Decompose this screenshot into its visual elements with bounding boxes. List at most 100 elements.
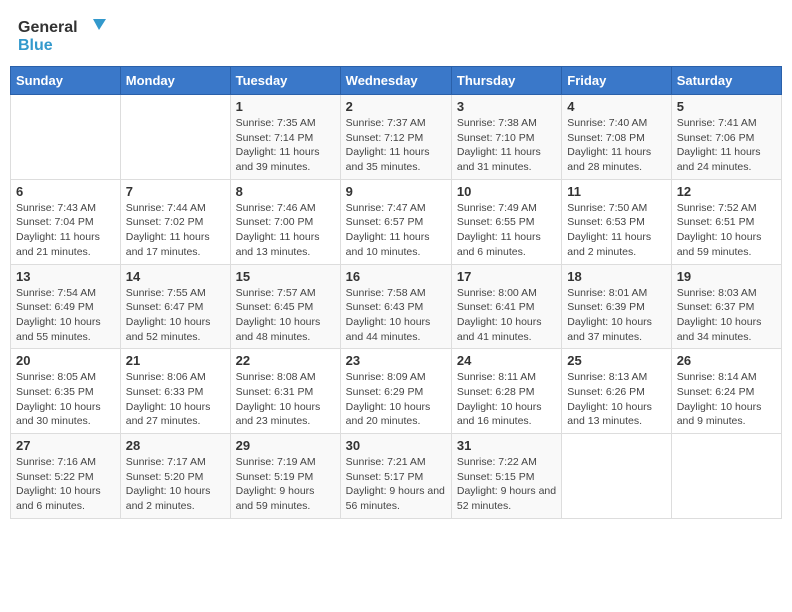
day-number: 24 [457,353,556,368]
calendar-cell: 19 Sunrise: 8:03 AMSunset: 6:37 PMDayligh… [671,264,781,349]
day-number: 26 [677,353,776,368]
day-info: Sunrise: 7:44 AMSunset: 7:02 PMDaylight:… [126,201,225,260]
day-number: 10 [457,184,556,199]
day-info: Sunrise: 7:49 AMSunset: 6:55 PMDaylight:… [457,201,556,260]
day-number: 30 [346,438,446,453]
header-day-monday: Monday [120,67,230,95]
calendar-cell: 11 Sunrise: 7:50 AMSunset: 6:53 PMDayligh… [562,179,671,264]
day-info: Sunrise: 7:55 AMSunset: 6:47 PMDaylight:… [126,286,225,345]
calendar-cell: 3 Sunrise: 7:38 AMSunset: 7:10 PMDaylight… [451,95,561,180]
header-day-wednesday: Wednesday [340,67,451,95]
day-info: Sunrise: 7:16 AMSunset: 5:22 PMDaylight:… [16,455,115,514]
calendar-cell [120,95,230,180]
day-info: Sunrise: 8:14 AMSunset: 6:24 PMDaylight:… [677,370,776,429]
day-number: 28 [126,438,225,453]
day-number: 7 [126,184,225,199]
calendar-cell: 27 Sunrise: 7:16 AMSunset: 5:22 PMDayligh… [11,434,121,519]
day-number: 5 [677,99,776,114]
day-info: Sunrise: 8:01 AMSunset: 6:39 PMDaylight:… [567,286,665,345]
day-info: Sunrise: 8:00 AMSunset: 6:41 PMDaylight:… [457,286,556,345]
header-row: SundayMondayTuesdayWednesdayThursdayFrid… [11,67,782,95]
calendar-cell: 22Sunrise: 8:08 AMSunset: 6:31 PMDayligh… [230,349,340,434]
calendar-cell: 25 Sunrise: 8:13 AMSunset: 6:26 PMDayligh… [562,349,671,434]
calendar-cell: 8Sunrise: 7:46 AMSunset: 7:00 PMDaylight… [230,179,340,264]
header-day-thursday: Thursday [451,67,561,95]
day-info: Sunrise: 8:11 AMSunset: 6:28 PMDaylight:… [457,370,556,429]
calendar-cell: 26 Sunrise: 8:14 AMSunset: 6:24 PMDayligh… [671,349,781,434]
calendar-cell: 28Sunrise: 7:17 AMSunset: 5:20 PMDayligh… [120,434,230,519]
day-number: 31 [457,438,556,453]
week-row-4: 20 Sunrise: 8:05 AMSunset: 6:35 PMDayligh… [11,349,782,434]
day-number: 19 [677,269,776,284]
calendar-cell: 21 Sunrise: 8:06 AMSunset: 6:33 PMDayligh… [120,349,230,434]
header-day-friday: Friday [562,67,671,95]
day-number: 3 [457,99,556,114]
day-number: 27 [16,438,115,453]
calendar-cell: 1 Sunrise: 7:35 AMSunset: 7:14 PMDaylight… [230,95,340,180]
day-info: Sunrise: 7:58 AMSunset: 6:43 PMDaylight:… [346,286,446,345]
day-number: 25 [567,353,665,368]
week-row-3: 13Sunrise: 7:54 AMSunset: 6:49 PMDayligh… [11,264,782,349]
day-info: Sunrise: 7:38 AMSunset: 7:10 PMDaylight:… [457,116,556,175]
day-number: 21 [126,353,225,368]
day-number: 8 [236,184,335,199]
calendar-cell: 14 Sunrise: 7:55 AMSunset: 6:47 PMDayligh… [120,264,230,349]
day-number: 18 [567,269,665,284]
day-info: Sunrise: 7:54 AMSunset: 6:49 PMDaylight:… [16,286,115,345]
day-number: 23 [346,353,446,368]
day-info: Sunrise: 7:21 AMSunset: 5:17 PMDaylight:… [346,455,446,514]
calendar-cell: 13Sunrise: 7:54 AMSunset: 6:49 PMDayligh… [11,264,121,349]
day-info: Sunrise: 7:50 AMSunset: 6:53 PMDaylight:… [567,201,665,260]
calendar-cell: 23 Sunrise: 8:09 AMSunset: 6:29 PMDayligh… [340,349,451,434]
day-number: 16 [346,269,446,284]
day-info: Sunrise: 7:41 AMSunset: 7:06 PMDaylight:… [677,116,776,175]
calendar-cell: 10 Sunrise: 7:49 AMSunset: 6:55 PMDayligh… [451,179,561,264]
calendar-cell: 12Sunrise: 7:52 AMSunset: 6:51 PMDayligh… [671,179,781,264]
day-number: 6 [16,184,115,199]
day-info: Sunrise: 8:13 AMSunset: 6:26 PMDaylight:… [567,370,665,429]
day-number: 9 [346,184,446,199]
day-number: 2 [346,99,446,114]
day-number: 29 [236,438,335,453]
day-info: Sunrise: 8:08 AMSunset: 6:31 PMDaylight:… [236,370,335,429]
svg-text:General: General [18,19,78,36]
calendar-cell: 31Sunrise: 7:22 AMSunset: 5:15 PMDayligh… [451,434,561,519]
week-row-2: 6Sunrise: 7:43 AMSunset: 7:04 PMDaylight… [11,179,782,264]
calendar-cell: 24 Sunrise: 8:11 AMSunset: 6:28 PMDayligh… [451,349,561,434]
calendar-cell: 6Sunrise: 7:43 AMSunset: 7:04 PMDaylight… [11,179,121,264]
calendar-cell [671,434,781,519]
day-info: Sunrise: 8:03 AMSunset: 6:37 PMDaylight:… [677,286,776,345]
day-info: Sunrise: 7:35 AMSunset: 7:14 PMDaylight:… [236,116,335,175]
header-day-tuesday: Tuesday [230,67,340,95]
header-day-sunday: Sunday [11,67,121,95]
header-day-saturday: Saturday [671,67,781,95]
day-number: 11 [567,184,665,199]
day-info: Sunrise: 7:19 AMSunset: 5:19 PMDaylight:… [236,455,335,514]
calendar-cell: 2Sunrise: 7:37 AMSunset: 7:12 PMDaylight… [340,95,451,180]
day-number: 14 [126,269,225,284]
calendar-cell [11,95,121,180]
day-number: 4 [567,99,665,114]
calendar-cell: 18 Sunrise: 8:01 AMSunset: 6:39 PMDayligh… [562,264,671,349]
day-info: Sunrise: 8:05 AMSunset: 6:35 PMDaylight:… [16,370,115,429]
calendar-table: SundayMondayTuesdayWednesdayThursdayFrid… [10,66,782,519]
day-info: Sunrise: 8:06 AMSunset: 6:33 PMDaylight:… [126,370,225,429]
day-number: 20 [16,353,115,368]
week-row-1: 1 Sunrise: 7:35 AMSunset: 7:14 PMDaylight… [11,95,782,180]
calendar-cell: 7 Sunrise: 7:44 AMSunset: 7:02 PMDaylight… [120,179,230,264]
calendar-cell: 4Sunrise: 7:40 AMSunset: 7:08 PMDaylight… [562,95,671,180]
svg-text:Blue: Blue [18,37,53,54]
calendar-cell: 17 Sunrise: 8:00 AMSunset: 6:41 PMDayligh… [451,264,561,349]
calendar-cell: 16 Sunrise: 7:58 AMSunset: 6:43 PMDayligh… [340,264,451,349]
day-info: Sunrise: 8:09 AMSunset: 6:29 PMDaylight:… [346,370,446,429]
week-row-5: 27 Sunrise: 7:16 AMSunset: 5:22 PMDayligh… [11,434,782,519]
calendar-cell: 15Sunrise: 7:57 AMSunset: 6:45 PMDayligh… [230,264,340,349]
day-info: Sunrise: 7:57 AMSunset: 6:45 PMDaylight:… [236,286,335,345]
day-number: 17 [457,269,556,284]
calendar-cell [562,434,671,519]
logo-svg: GeneralBlue [18,14,108,54]
day-number: 1 [236,99,335,114]
day-info: Sunrise: 7:47 AMSunset: 6:57 PMDaylight:… [346,201,446,260]
calendar-cell: 29 Sunrise: 7:19 AMSunset: 5:19 PMDayligh… [230,434,340,519]
header: GeneralBlue [10,10,782,58]
